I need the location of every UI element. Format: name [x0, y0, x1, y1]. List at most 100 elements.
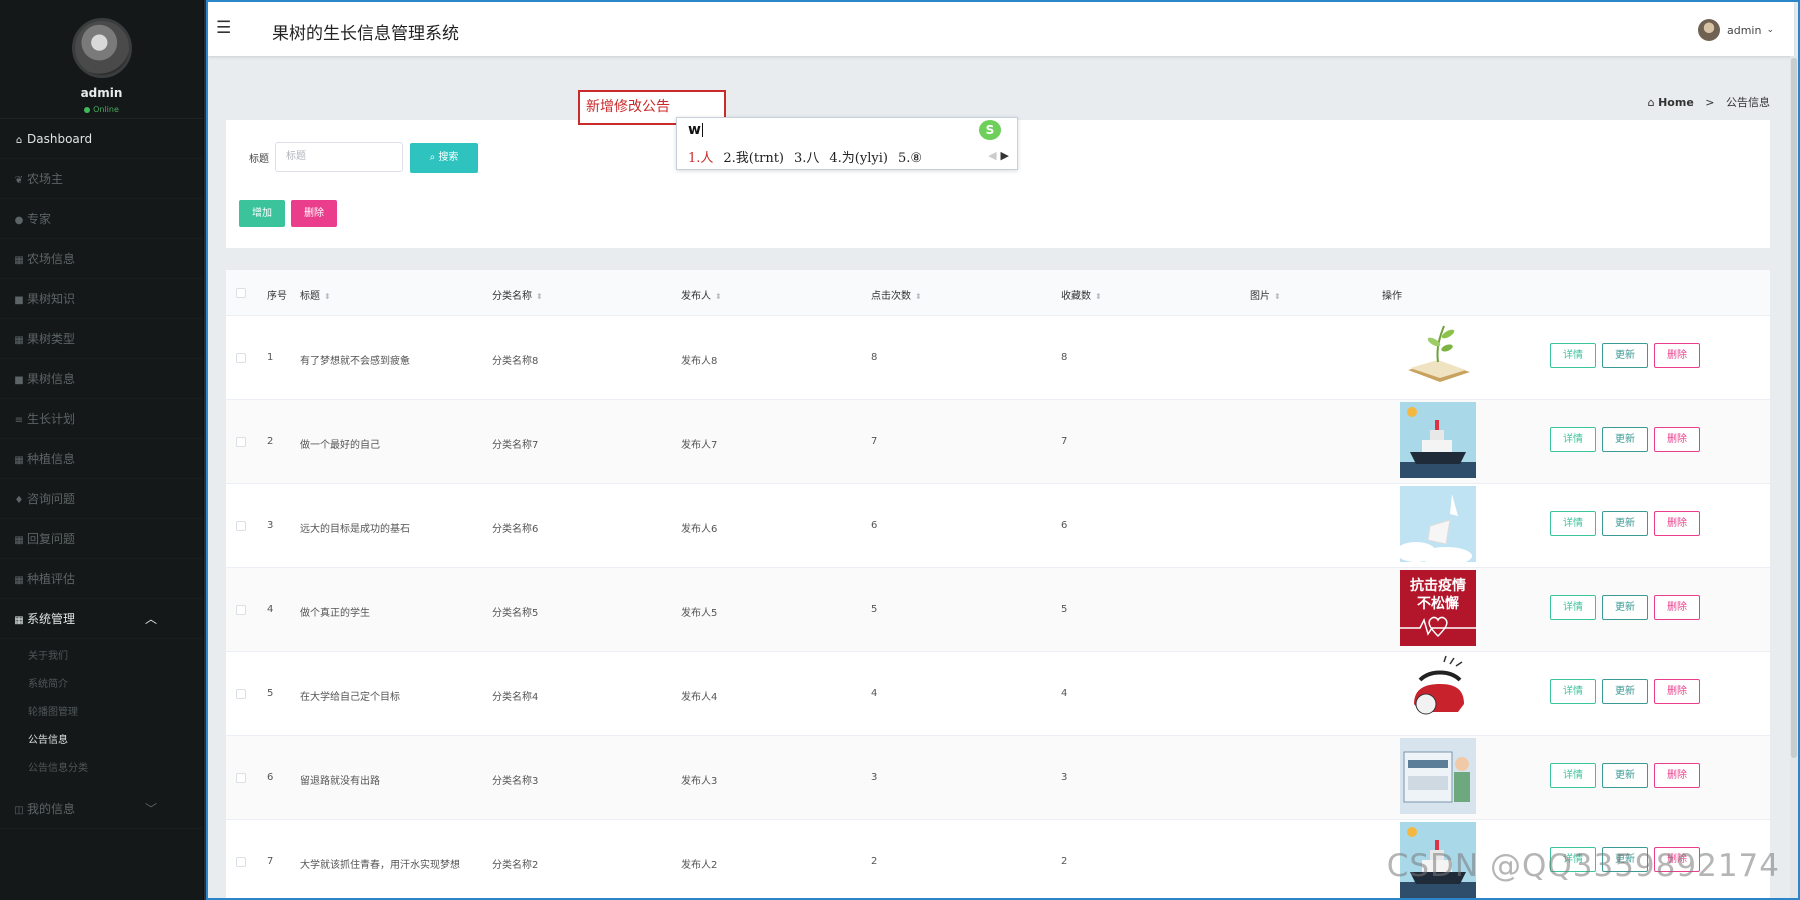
- sidebar-item[interactable]: ■ 果树信息: [0, 359, 203, 399]
- row-checkbox[interactable]: [236, 353, 246, 363]
- next-page-icon[interactable]: ▶: [1001, 149, 1009, 162]
- header-title[interactable]: 标题 ⬍: [300, 287, 331, 302]
- delete-button[interactable]: 删除: [1654, 595, 1700, 620]
- header-favorites[interactable]: 收藏数 ⬍: [1061, 287, 1102, 302]
- user-name[interactable]: admin: [1727, 24, 1761, 37]
- submenu-item[interactable]: 公告信息: [0, 727, 203, 755]
- row-checkbox[interactable]: [236, 689, 246, 699]
- header-publisher[interactable]: 发布人 ⬍: [681, 287, 722, 302]
- sort-icon[interactable]: ⬍: [1274, 292, 1281, 301]
- chevron-down-icon[interactable]: ﹀: [145, 789, 157, 829]
- announcement-image[interactable]: [1400, 654, 1476, 730]
- row-checkbox[interactable]: [236, 521, 246, 531]
- header-image[interactable]: 图片 ⬍: [1250, 287, 1281, 302]
- submenu-item[interactable]: 轮播图管理: [0, 699, 203, 727]
- sort-icon[interactable]: ⬍: [1095, 292, 1102, 301]
- menu-toggle-icon[interactable]: ☰: [216, 19, 231, 37]
- detail-button[interactable]: 详情: [1550, 343, 1596, 368]
- ime-candidate[interactable]: 1.人: [688, 151, 713, 166]
- sidebar-item[interactable]: ▦ 农场信息: [0, 239, 203, 279]
- ime-pager[interactable]: ◀ ▶: [988, 149, 1009, 162]
- announcement-image[interactable]: [1400, 738, 1476, 814]
- sidebar-item[interactable]: ❦ 农场主: [0, 159, 203, 199]
- edit-button[interactable]: 更新: [1602, 343, 1648, 368]
- table-row[interactable]: 5 在大学给自己定个目标 分类名称4 发布人4 4 4 详情 更新 删除: [226, 652, 1770, 736]
- sidebar-item[interactable]: ≡ 生长计划: [0, 399, 203, 439]
- submenu-item[interactable]: 关于我们: [0, 643, 203, 671]
- cell-category: 分类名称5: [492, 608, 539, 619]
- sidebar-item[interactable]: ♦ 咨询问题: [0, 479, 203, 519]
- announcement-image[interactable]: 抗击疫情 不松懈: [1400, 570, 1476, 646]
- sort-icon[interactable]: ⬍: [715, 292, 722, 301]
- submenu-item[interactable]: 系统简介: [0, 671, 203, 699]
- row-checkbox[interactable]: [236, 605, 246, 615]
- chat-icon: ●: [14, 215, 24, 226]
- breadcrumb-home[interactable]: Home: [1658, 96, 1694, 109]
- table-row[interactable]: 1 有了梦想就不会感到疲惫 分类名称8 发布人8 8 8 详情 更新 删除: [226, 316, 1770, 400]
- sort-icon[interactable]: ⬍: [536, 292, 543, 301]
- submenu-item[interactable]: 公告信息分类: [0, 755, 203, 783]
- row-checkbox[interactable]: [236, 857, 246, 867]
- sidebar-item[interactable]: ▦ 回复问题: [0, 519, 203, 559]
- edit-button[interactable]: 更新: [1602, 763, 1648, 788]
- sidebar-item[interactable]: ▦ 系统管理 ︿: [0, 599, 203, 639]
- ime-candidate[interactable]: 2.我(trnt): [723, 151, 784, 166]
- vertical-scrollbar[interactable]: [1790, 56, 1798, 898]
- ime-candidate[interactable]: 5.⑧: [898, 151, 922, 166]
- header-category[interactable]: 分类名称 ⬍: [492, 287, 543, 302]
- sidebar-item[interactable]: ◫ 我的信息 ﹀: [0, 789, 203, 829]
- user-menu[interactable]: admin ⌄: [1697, 19, 1774, 41]
- detail-button[interactable]: 详情: [1550, 427, 1596, 452]
- table-row[interactable]: 3 远大的目标是成功的基石 分类名称6 发布人6 6 6 详情 更新 删除: [226, 484, 1770, 568]
- select-all-checkbox[interactable]: [236, 288, 246, 298]
- sort-icon[interactable]: ⬍: [915, 292, 922, 301]
- cell-category: 分类名称6: [492, 524, 539, 535]
- sort-icon[interactable]: ⬍: [324, 292, 331, 301]
- sidebar-item[interactable]: ▦ 种植评估: [0, 559, 203, 599]
- announcement-image[interactable]: [1400, 486, 1476, 562]
- sidebar-item-label: 农场信息: [27, 252, 76, 266]
- user-avatar[interactable]: [1697, 19, 1720, 41]
- ime-candidate[interactable]: 4.为(ylyi): [829, 151, 888, 166]
- ime-candidate[interactable]: 3.八: [794, 151, 819, 166]
- detail-button[interactable]: 详情: [1550, 511, 1596, 536]
- announcement-image[interactable]: [1400, 318, 1476, 394]
- sidebar-item[interactable]: ▦ 种植信息: [0, 439, 203, 479]
- delete-button[interactable]: 删除: [1654, 343, 1700, 368]
- edit-button[interactable]: 更新: [1602, 679, 1648, 704]
- search-button[interactable]: ⌕ 搜索: [410, 143, 478, 173]
- table-row[interactable]: 4 做个真正的学生 分类名称5 发布人5 5 5 抗击疫情 不松懈 详情 更新 删除: [226, 568, 1770, 652]
- detail-button[interactable]: 详情: [1550, 763, 1596, 788]
- detail-button[interactable]: 详情: [1550, 595, 1596, 620]
- chevron-up-icon[interactable]: ︿: [145, 599, 157, 639]
- online-status: Online: [0, 105, 203, 114]
- sidebar-item[interactable]: ⌂ Dashboard: [0, 119, 203, 159]
- row-checkbox[interactable]: [236, 437, 246, 447]
- avatar[interactable]: [71, 18, 132, 78]
- table-row[interactable]: 6 留退路就没有出路 分类名称3 发布人3 3 3 详情 更新 删除: [226, 736, 1770, 820]
- batch-delete-button[interactable]: 删除: [291, 200, 337, 227]
- edit-button[interactable]: 更新: [1602, 595, 1648, 620]
- delete-button[interactable]: 删除: [1654, 427, 1700, 452]
- home-icon[interactable]: ⌂: [1648, 96, 1655, 109]
- ime-candidates: 1.人 2.我(trnt) 3.八 4.为(ylyi) 5.⑧: [688, 147, 932, 166]
- sidebar-item[interactable]: ● 专家: [0, 199, 203, 239]
- header-clicks[interactable]: 点击次数 ⬍: [871, 287, 922, 302]
- prev-page-icon[interactable]: ◀: [988, 149, 996, 162]
- detail-button[interactable]: 详情: [1550, 679, 1596, 704]
- delete-button[interactable]: 删除: [1654, 511, 1700, 536]
- title-search-input[interactable]: 标题: [275, 142, 403, 172]
- edit-button[interactable]: 更新: [1602, 427, 1648, 452]
- announcement-image[interactable]: [1400, 402, 1476, 478]
- row-checkbox[interactable]: [236, 773, 246, 783]
- edit-button[interactable]: 更新: [1602, 511, 1648, 536]
- sidebar-item[interactable]: ▦ 果树类型: [0, 319, 203, 359]
- add-button[interactable]: 增加: [239, 200, 285, 227]
- table-row[interactable]: 2 做一个最好的自己 分类名称7 发布人7 7 7 详情 更新 删除: [226, 400, 1770, 484]
- delete-button[interactable]: 删除: [1654, 763, 1700, 788]
- delete-button[interactable]: 删除: [1654, 679, 1700, 704]
- chevron-down-icon[interactable]: ⌄: [1766, 25, 1774, 35]
- scrollbar-thumb[interactable]: [1791, 58, 1797, 758]
- cell-index: 6: [267, 772, 274, 783]
- sidebar-item[interactable]: ■ 果树知识: [0, 279, 203, 319]
